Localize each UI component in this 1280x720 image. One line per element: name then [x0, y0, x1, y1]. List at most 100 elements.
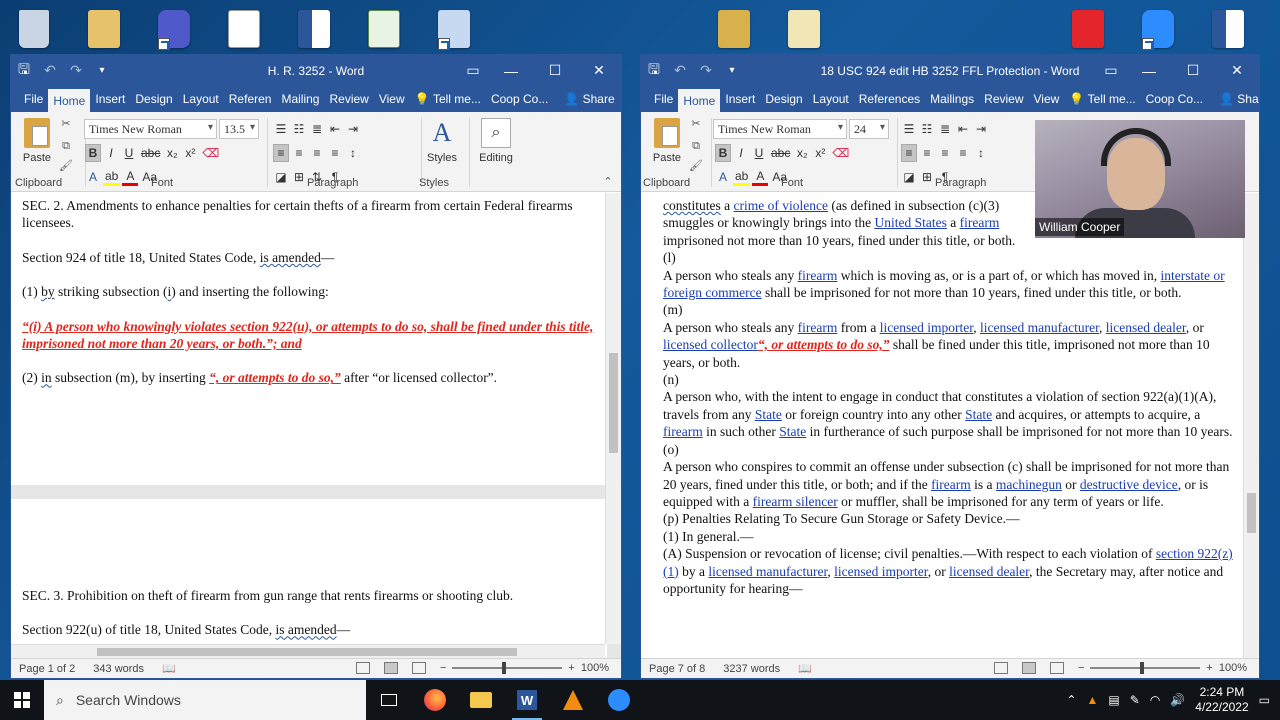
- borders-icon[interactable]: ⊞: [919, 168, 935, 186]
- text-effects-icon[interactable]: A: [85, 168, 101, 186]
- highlight-icon[interactable]: ab: [733, 168, 751, 186]
- zoom-taskbar-icon[interactable]: [596, 680, 642, 720]
- justify-icon[interactable]: ≡: [327, 144, 343, 162]
- maximize-button[interactable]: ☐: [533, 55, 577, 86]
- italic-button[interactable]: I: [103, 144, 119, 162]
- paste-button[interactable]: Paste: [647, 118, 687, 176]
- tab-insert[interactable]: Insert: [720, 86, 760, 112]
- subscript-button[interactable]: x₂: [164, 144, 180, 162]
- cut-icon[interactable]: ✂: [689, 118, 703, 130]
- format-painter-icon[interactable]: 🖌: [59, 160, 73, 172]
- minimize-button[interactable]: —: [489, 55, 533, 86]
- font-name-box[interactable]: Times New Roman: [84, 119, 217, 139]
- font-color-icon[interactable]: A: [122, 168, 139, 186]
- ribbon-display-icon[interactable]: ▭: [1095, 55, 1127, 86]
- tab-file[interactable]: File: [19, 86, 48, 112]
- decrease-indent-icon[interactable]: ⇤: [327, 120, 343, 138]
- share-button[interactable]: 👤 Share: [1214, 86, 1259, 112]
- doc-folder-icon[interactable]: [782, 6, 826, 52]
- horizontal-scrollbar[interactable]: [11, 644, 605, 658]
- strikethrough-button[interactable]: abc: [769, 144, 792, 162]
- bullets-icon[interactable]: ☰: [901, 120, 917, 138]
- proofing-icon[interactable]: 📖: [162, 662, 176, 675]
- folder-icon[interactable]: [82, 6, 126, 52]
- shading-icon[interactable]: ◪: [273, 168, 289, 186]
- tab-home[interactable]: Home: [678, 89, 721, 112]
- paste-button[interactable]: Paste: [17, 118, 57, 176]
- zip-folder-icon[interactable]: [712, 6, 756, 52]
- page-1[interactable]: SEC. 2. Amendments to enhance penalties …: [11, 193, 607, 485]
- superscript-button[interactable]: x²: [182, 144, 198, 162]
- highlight-icon[interactable]: ab: [103, 168, 121, 186]
- tab-design[interactable]: Design: [130, 86, 177, 112]
- align-right-icon[interactable]: ≡: [937, 144, 953, 162]
- copy-icon[interactable]: ⧉: [59, 140, 73, 152]
- multilevel-icon[interactable]: ≣: [309, 120, 325, 138]
- page-count[interactable]: Page 1 of 2: [19, 663, 75, 675]
- numbering-icon[interactable]: ☷: [291, 120, 307, 138]
- tab-review[interactable]: Review: [324, 86, 373, 112]
- undo-icon[interactable]: ↶: [37, 55, 63, 86]
- teams-icon[interactable]: [152, 6, 196, 52]
- align-center-icon[interactable]: ≡: [291, 144, 307, 162]
- align-center-icon[interactable]: ≡: [919, 144, 935, 162]
- read-mode-icon[interactable]: [355, 662, 370, 674]
- task-view-icon[interactable]: [366, 680, 412, 720]
- format-painter-icon[interactable]: 🖌: [689, 160, 703, 172]
- tab-layout[interactable]: Layout: [808, 86, 854, 112]
- zoom-in-icon[interactable]: +: [568, 662, 574, 674]
- undo-icon[interactable]: ↶: [667, 55, 693, 86]
- page-2[interactable]: SEC. 3. Prohibition on theft of firearm …: [11, 499, 607, 658]
- close-button[interactable]: ✕: [577, 55, 621, 86]
- word2-icon[interactable]: [1206, 6, 1250, 52]
- firefox-icon[interactable]: [412, 680, 458, 720]
- volume-icon[interactable]: 🔊: [1170, 693, 1185, 707]
- numbering-icon[interactable]: ☷: [919, 120, 935, 138]
- vertical-scrollbar[interactable]: [605, 193, 621, 644]
- taskbar-search[interactable]: ⌕ Search Windows: [44, 680, 366, 720]
- styles-button[interactable]: A Styles: [419, 118, 465, 164]
- tab-layout[interactable]: Layout: [178, 86, 224, 112]
- tab-view[interactable]: View: [374, 86, 410, 112]
- line-spacing-icon[interactable]: ↕: [973, 144, 989, 162]
- recycle-bin-icon[interactable]: [12, 6, 56, 52]
- cut-icon[interactable]: ✂: [59, 118, 73, 130]
- align-left-icon[interactable]: ≡: [901, 144, 917, 162]
- pen-icon[interactable]: ✎: [1130, 693, 1140, 707]
- zoom-level[interactable]: 100%: [1219, 662, 1247, 674]
- script-icon[interactable]: [362, 6, 406, 52]
- zoom-out-icon[interactable]: −: [440, 662, 446, 674]
- tab-mailings[interactable]: Mailings: [925, 86, 979, 112]
- close-button[interactable]: ✕: [1215, 55, 1259, 86]
- share-button[interactable]: 👤 Share: [559, 86, 619, 112]
- bullets-icon[interactable]: ☰: [273, 120, 289, 138]
- clock[interactable]: 2:24 PM 4/22/2022: [1195, 685, 1248, 715]
- increase-indent-icon[interactable]: ⇥: [345, 120, 361, 138]
- left-titlebar[interactable]: 🖫 ↶ ↷ ▾ H. R. 3252 - Word ▭ — ☐ ✕: [11, 55, 621, 86]
- file-explorer-icon[interactable]: [458, 680, 504, 720]
- windows-start-icon[interactable]: [0, 680, 44, 720]
- word-icon[interactable]: [292, 6, 336, 52]
- tab-file[interactable]: File: [649, 86, 678, 112]
- qat-menu-icon[interactable]: ▾: [89, 55, 115, 86]
- collapse-ribbon-icon[interactable]: ⌃: [601, 176, 615, 188]
- zoom-slider[interactable]: [452, 662, 563, 674]
- shading-icon[interactable]: ◪: [901, 168, 917, 186]
- pdf-icon[interactable]: [1066, 6, 1110, 52]
- left-word-window[interactable]: 🖫 ↶ ↷ ▾ H. R. 3252 - Word ▭ — ☐ ✕ File H…: [10, 54, 622, 679]
- wifi-icon[interactable]: ◠: [1150, 693, 1160, 707]
- tab-references[interactable]: Referen: [224, 86, 277, 112]
- zoom-level[interactable]: 100%: [581, 662, 609, 674]
- vlc-tray-icon[interactable]: ▲: [1087, 693, 1099, 707]
- proofing-icon[interactable]: 📖: [798, 662, 812, 675]
- zoom-icon[interactable]: [1136, 6, 1180, 52]
- archive-icon[interactable]: [432, 6, 476, 52]
- underline-button[interactable]: U: [751, 144, 767, 162]
- font-color-icon[interactable]: A: [752, 168, 769, 186]
- tab-view[interactable]: View: [1029, 86, 1065, 112]
- tab-design[interactable]: Design: [760, 86, 807, 112]
- subscript-button[interactable]: x₂: [794, 144, 810, 162]
- page-count[interactable]: Page 7 of 8: [649, 663, 705, 675]
- zoom-out-icon[interactable]: −: [1078, 662, 1084, 674]
- tell-me-search[interactable]: 💡 Tell me...: [410, 86, 486, 112]
